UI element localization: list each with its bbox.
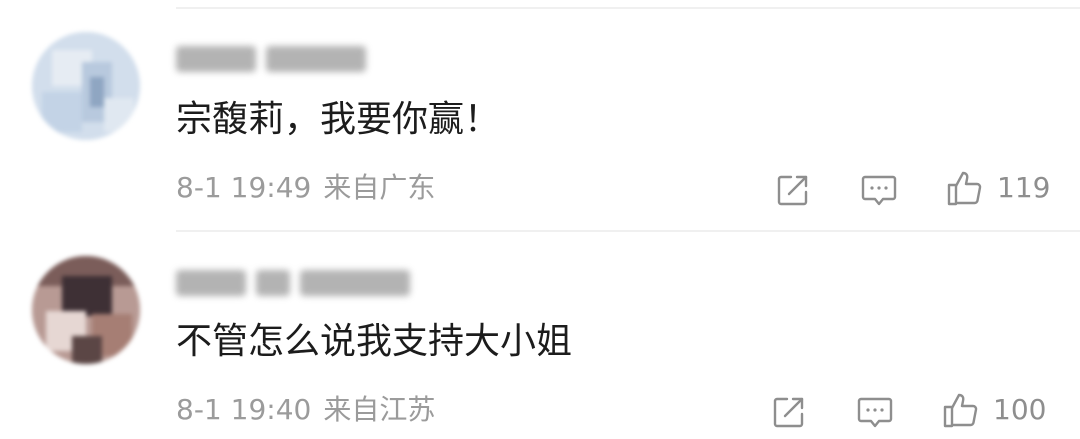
avatar[interactable] (32, 256, 140, 364)
like-count: 119 (997, 171, 1051, 204)
divider (176, 230, 1080, 232)
comment-meta: 8-1 19:49 来自广东 (176, 171, 447, 205)
username-blurred[interactable] (176, 266, 420, 300)
like-icon[interactable] (940, 389, 982, 431)
comment-meta: 8-1 19:40 来自江苏 (176, 393, 447, 427)
comment-location: 来自江苏 (323, 393, 436, 426)
avatar[interactable] (32, 32, 140, 140)
share-icon[interactable] (773, 170, 813, 210)
comment-date: 8-1 19:40 (176, 393, 312, 426)
comment-date: 8-1 19:49 (176, 171, 312, 204)
like-count: 100 (993, 393, 1047, 426)
divider (176, 7, 1080, 9)
like-icon[interactable] (944, 167, 986, 209)
comment-text: 不管怎么说我支持大小姐 (176, 321, 573, 362)
share-icon[interactable] (769, 392, 809, 432)
comment-text: 宗馥莉，我要你赢！ (176, 99, 501, 140)
comment-icon[interactable] (854, 392, 896, 432)
comment-icon[interactable] (858, 170, 900, 210)
comment-location: 来自广东 (323, 171, 436, 204)
username-blurred[interactable] (176, 42, 376, 76)
